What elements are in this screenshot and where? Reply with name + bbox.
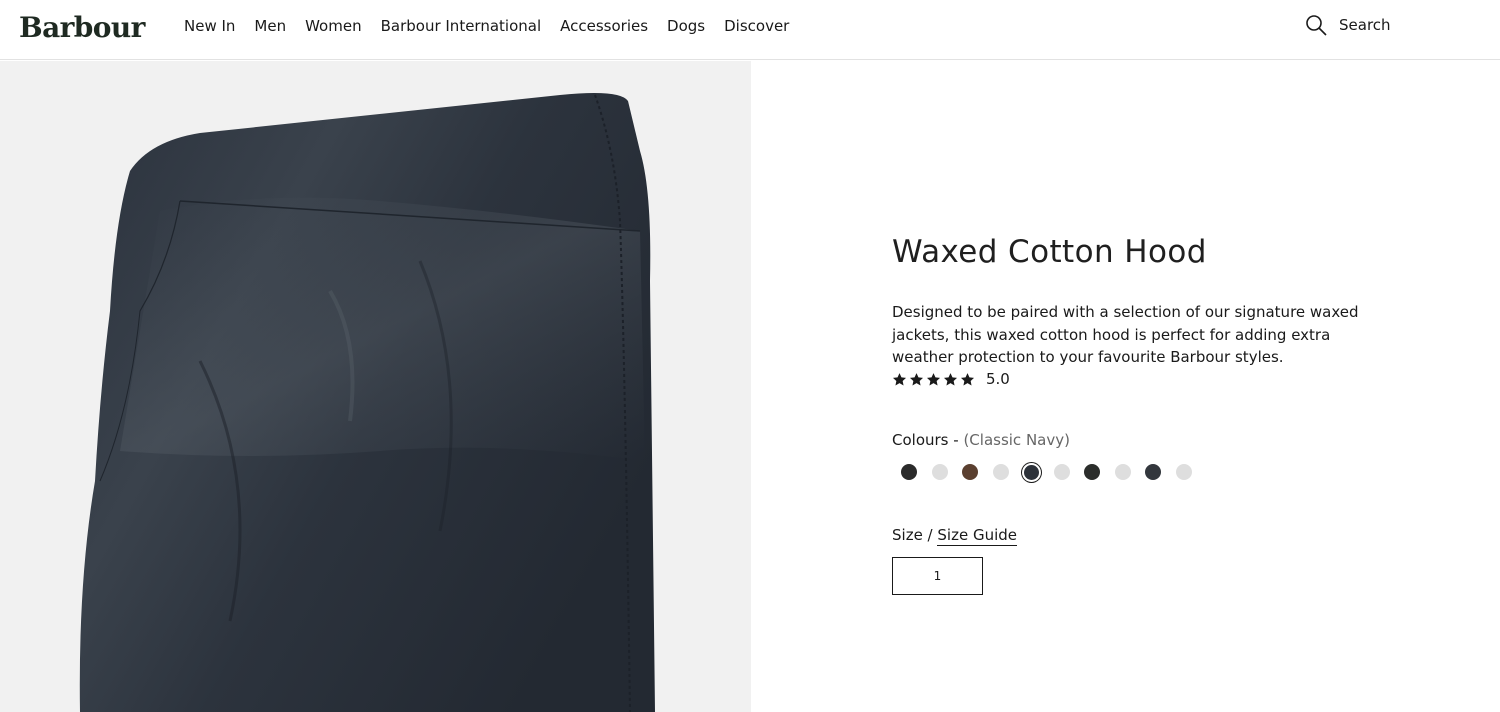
swatch-dot (1053, 464, 1070, 480)
size-guide-link[interactable]: Size Guide (937, 526, 1018, 546)
product-rating[interactable]: 5.0 (892, 370, 1010, 388)
nav-item-barbour-international[interactable]: Barbour International (381, 17, 542, 35)
site-header: Barbour New In Men Women Barbour Interna… (0, 0, 1500, 60)
colour-swatch[interactable] (986, 461, 1017, 483)
rating-value: 5.0 (986, 370, 1010, 388)
swatch-dot (901, 464, 918, 480)
colour-swatch[interactable] (1108, 461, 1139, 483)
product-description: Designed to be paired with a selection o… (892, 303, 1359, 366)
nav-item-accessories[interactable]: Accessories (560, 17, 648, 35)
hood-image (79, 93, 655, 712)
star-icon (892, 372, 907, 385)
colour-swatch[interactable] (1047, 461, 1078, 483)
swatch-dot (1084, 464, 1101, 480)
swatch-dot (1145, 464, 1162, 480)
swatch-dot (1114, 464, 1131, 480)
selected-colour: (Classic Navy) (963, 431, 1070, 449)
swatch-dot (1175, 464, 1192, 480)
size-label: Size / (892, 526, 933, 544)
nav-item-discover[interactable]: Discover (724, 17, 789, 35)
colour-swatch[interactable] (1016, 461, 1047, 483)
product-title: Waxed Cotton Hood (892, 234, 1207, 270)
swatch-dot (962, 464, 979, 480)
barbour-logo[interactable]: Barbour (19, 11, 145, 44)
colour-swatch[interactable] (955, 461, 986, 483)
search-icon (1306, 15, 1327, 36)
swatch-dot (1023, 464, 1039, 480)
star-icon (943, 372, 958, 385)
main-nav: New In Men Women Barbour International A… (184, 17, 789, 35)
colour-swatch[interactable] (925, 461, 956, 483)
colour-swatch[interactable] (1169, 461, 1200, 483)
colour-swatch[interactable] (894, 461, 925, 483)
star-icon (960, 372, 975, 385)
swatch-dot (931, 464, 948, 480)
size-option[interactable]: 1 (892, 557, 983, 595)
star-icon (909, 372, 924, 385)
colour-swatch[interactable] (1138, 461, 1169, 483)
nav-item-dogs[interactable]: Dogs (667, 17, 705, 35)
search-button[interactable]: Search (1305, 14, 1391, 36)
colour-swatches (894, 461, 1199, 483)
star-icon (926, 372, 941, 385)
swatch-dot (992, 464, 1009, 480)
nav-item-women[interactable]: Women (305, 17, 361, 35)
colour-swatch[interactable] (1077, 461, 1108, 483)
colours-label: Colours - (Classic Navy) (892, 431, 1070, 449)
product-image[interactable] (0, 61, 751, 712)
colours-heading: Colours - (892, 431, 959, 449)
size-row: Size / Size Guide (892, 526, 1018, 546)
nav-item-men[interactable]: Men (254, 17, 286, 35)
search-label: Search (1339, 16, 1391, 34)
nav-item-new-in[interactable]: New In (184, 17, 235, 35)
